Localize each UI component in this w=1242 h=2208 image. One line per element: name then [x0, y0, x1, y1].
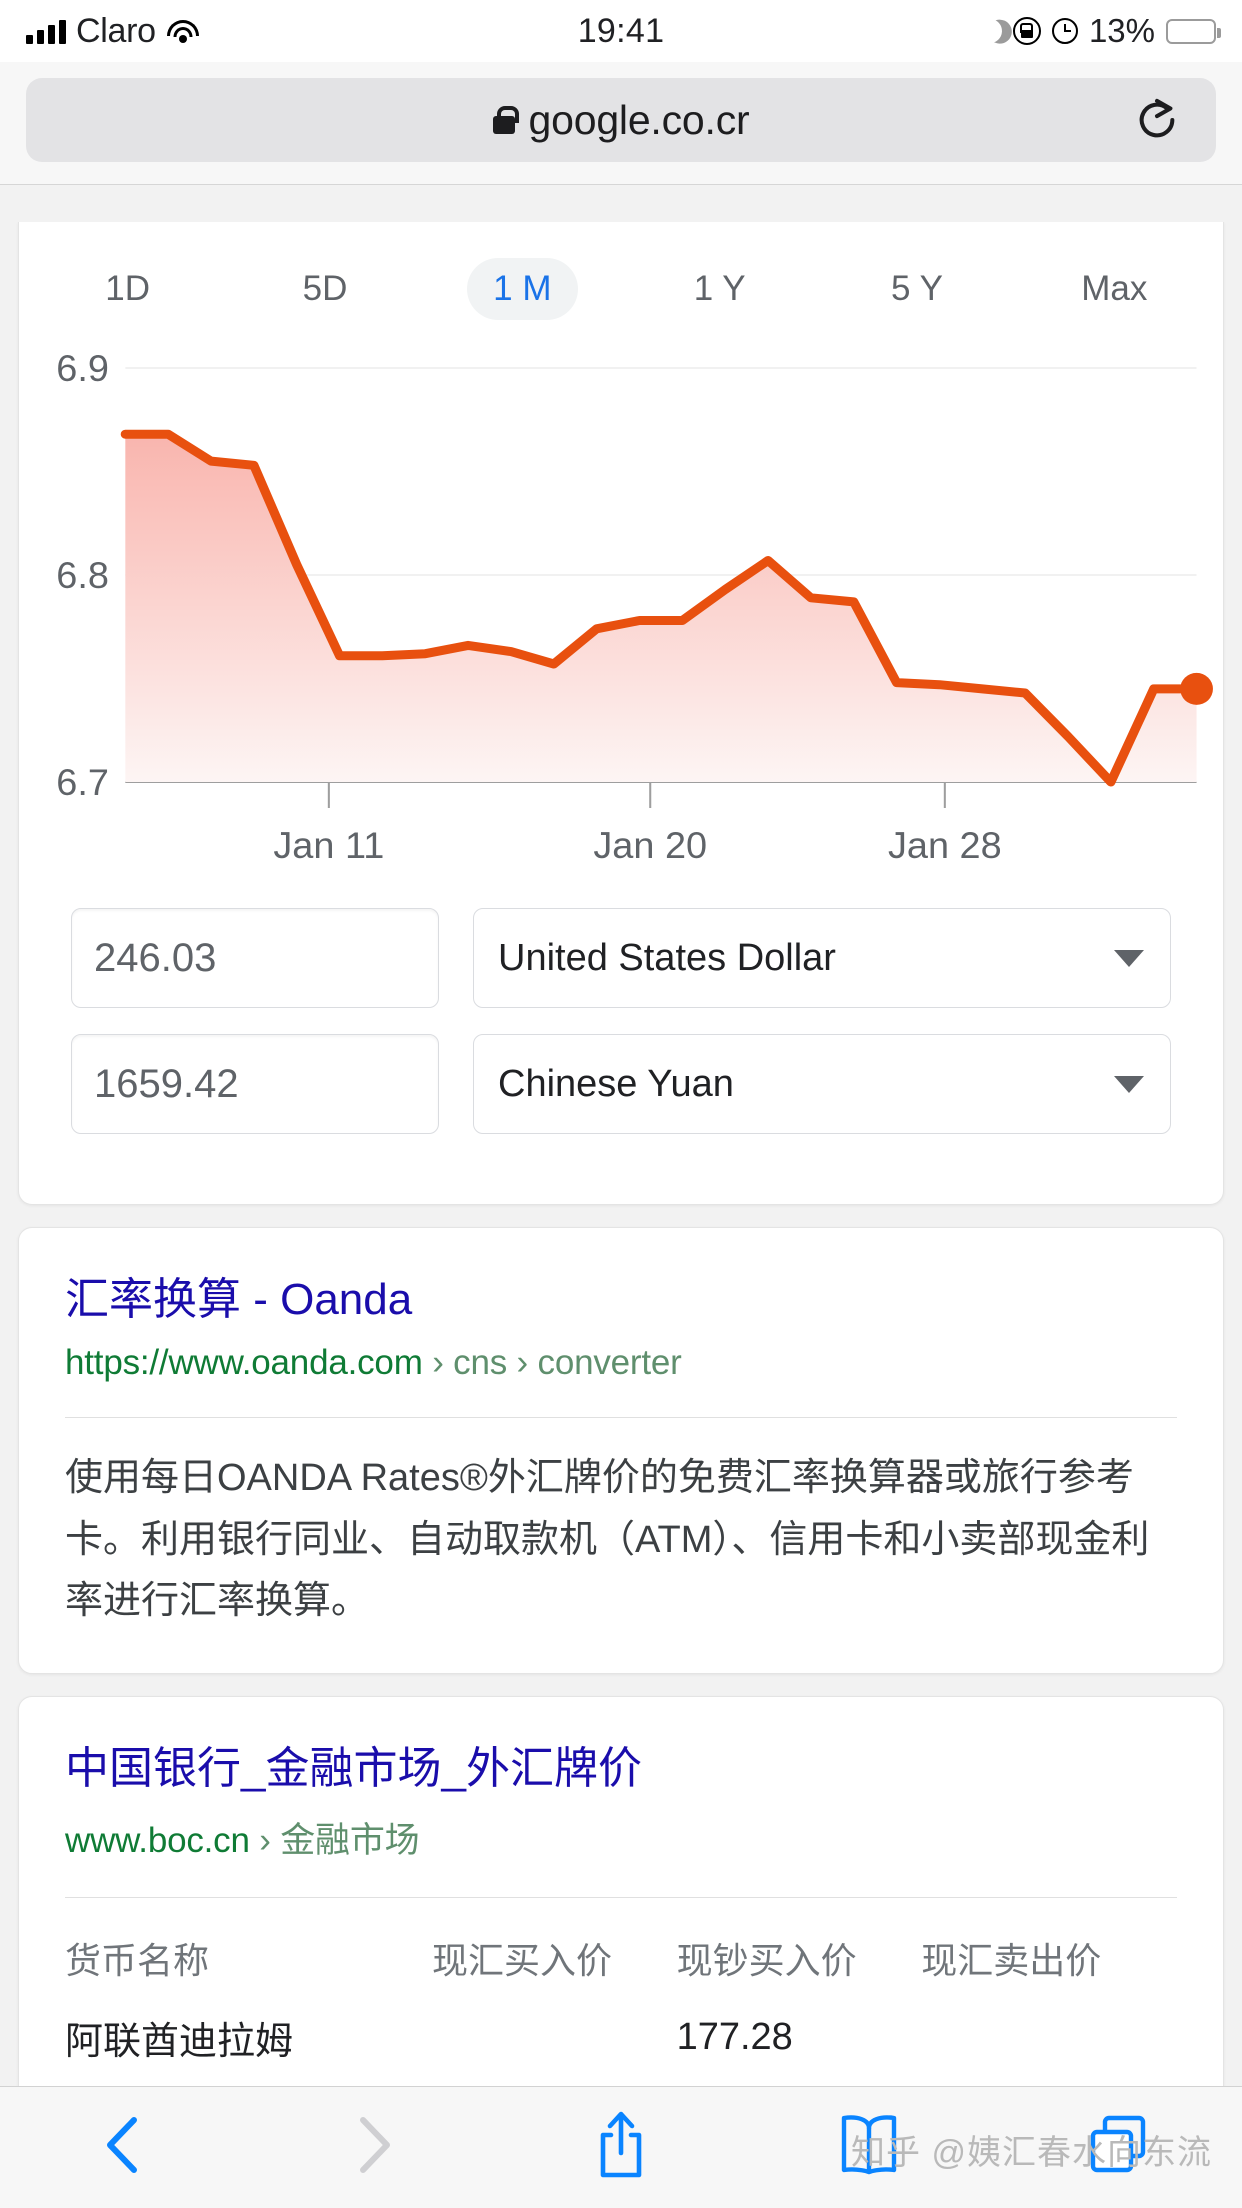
search-result-boc[interactable]: 中国银行_金融市场_外汇牌价 www.boc.cn › 金融市场 货币名称 现汇…: [18, 1695, 1224, 2086]
svg-text:6.8: 6.8: [56, 554, 109, 595]
table-row: 阿联酋迪拉姆 177.28: [65, 2006, 1177, 2075]
chart-svg: 6.9 6.8 6.7 Jan 11 Jan 20 Jan 28: [56, 347, 1213, 866]
time-range-tabs: 1D 5D 1 M 1 Y 5 Y Max: [19, 222, 1223, 340]
col-header-spot-sell: 现汇卖出价: [921, 1939, 1102, 1981]
lock-icon: [492, 106, 519, 134]
svg-text:6.7: 6.7: [56, 761, 109, 802]
amount-to-input[interactable]: 1659.42: [71, 1034, 439, 1134]
svg-text:Jan 20: Jan 20: [593, 824, 707, 865]
bookmarks-button[interactable]: [745, 2112, 993, 2183]
status-bar: Claro 19:41 13%: [0, 0, 1242, 62]
battery-icon: [1166, 18, 1221, 44]
tabs-button[interactable]: [994, 2112, 1242, 2183]
result-breadcrumb: › 金融市场: [259, 1820, 420, 1860]
cell-currency-name: 阿联酋迪拉姆: [65, 2020, 294, 2063]
range-tab-1d[interactable]: 1D: [29, 246, 226, 332]
back-button[interactable]: [0, 2114, 248, 2181]
rotation-lock-icon: [1012, 17, 1041, 45]
exchange-rate-chart[interactable]: 6.9 6.8 6.7 Jan 11 Jan 20 Jan 28: [27, 340, 1215, 900]
exchange-rate-table: 货币名称 现汇买入价 现钞买入价 现汇卖出价 阿联酋迪拉姆 177.28: [65, 1926, 1177, 2075]
cell-spot-sell: [921, 2006, 1177, 2075]
result-url: https://www.oanda.com › cns › converter: [65, 1343, 1177, 1383]
range-tab-5y[interactable]: 5 Y: [818, 246, 1015, 332]
back-chevron-icon: [100, 2114, 148, 2181]
currency-to-label: Chinese Yuan: [498, 1062, 734, 1105]
browser-chrome: google.co.cr: [0, 62, 1242, 185]
reload-icon[interactable]: [1134, 97, 1180, 143]
book-icon: [838, 2112, 900, 2183]
range-tab-1y[interactable]: 1 Y: [621, 246, 818, 332]
table-header-row: 货币名称 现汇买入价 现钞买入价 现汇卖出价: [65, 1926, 1177, 2006]
result-snippet: 使用每日OANDA Rates®外汇牌价的免费汇率换算器或旅行参考卡。利用银行同…: [65, 1457, 1150, 1623]
alarm-icon: [1051, 18, 1078, 44]
currency-to-select[interactable]: Chinese Yuan: [473, 1034, 1171, 1134]
search-result-body: 汇率换算 - Oanda https://www.oanda.com › cns…: [19, 1228, 1223, 1673]
result-title-link[interactable]: 汇率换算 - Oanda: [65, 1272, 1177, 1327]
url-text: google.co.cr: [528, 96, 750, 143]
result-url: www.boc.cn › 金融市场: [65, 1812, 1177, 1863]
address-bar-content[interactable]: google.co.cr: [26, 97, 1216, 144]
result-domain: https://www.oanda.com: [65, 1343, 423, 1382]
share-button[interactable]: [497, 2109, 745, 2186]
currency-from-select[interactable]: United States Dollar: [473, 908, 1171, 1008]
browser-toolbar: 知乎 @姨汇春水向东流: [0, 2086, 1242, 2208]
search-result-oanda[interactable]: 汇率换算 - Oanda https://www.oanda.com › cns…: [18, 1227, 1224, 1674]
col-header-cash-buy: 现钞买入价: [676, 1939, 857, 1981]
converter-row-to: 1659.42 Chinese Yuan: [71, 1034, 1171, 1134]
col-header-currency: 货币名称: [65, 1939, 210, 1981]
search-result-body: 中国银行_金融市场_外汇牌价 www.boc.cn › 金融市场 货币名称 现汇…: [19, 1697, 1223, 2086]
cell-spot-buy: [432, 2006, 677, 2075]
svg-text:Jan 11: Jan 11: [273, 824, 384, 865]
forward-chevron-icon: [349, 2114, 397, 2181]
address-bar[interactable]: google.co.cr: [26, 78, 1216, 162]
converter-row-from: 246.03 United States Dollar: [71, 908, 1171, 1008]
range-tab-max[interactable]: Max: [1016, 246, 1213, 332]
cell-cash-buy: 177.28: [676, 2015, 793, 2058]
page-content: 1D 5D 1 M 1 Y 5 Y Max 6.9 6.8 6.7 Jan 11 Jan…: [0, 222, 1242, 2086]
range-tab-5d[interactable]: 5D: [226, 246, 423, 332]
divider: [65, 1896, 1177, 1898]
chevron-down-icon: [1114, 949, 1144, 967]
chevron-down-icon: [1114, 1075, 1144, 1093]
range-tab-1m[interactable]: 1 M: [424, 246, 621, 332]
result-breadcrumb: › cns › converter: [432, 1343, 682, 1382]
currency-converter: 246.03 United States Dollar 1659.42 Chin…: [19, 900, 1223, 1204]
col-header-spot-buy: 现汇买入价: [431, 1939, 612, 1981]
divider: [65, 1417, 1177, 1418]
currency-chart-card: 1D 5D 1 M 1 Y 5 Y Max 6.9 6.8 6.7 Jan 11 Jan…: [18, 222, 1224, 1205]
forward-button[interactable]: [248, 2114, 496, 2181]
amount-from-input[interactable]: 246.03: [71, 908, 439, 1008]
result-title-link[interactable]: 中国银行_金融市场_外汇牌价: [65, 1741, 1177, 1796]
svg-text:6.9: 6.9: [56, 347, 109, 388]
result-domain: www.boc.cn: [65, 1820, 250, 1860]
tabs-icon: [1087, 2112, 1149, 2183]
currency-from-label: United States Dollar: [498, 936, 836, 979]
svg-text:Jan 28: Jan 28: [888, 824, 1002, 865]
share-icon: [593, 2109, 649, 2186]
